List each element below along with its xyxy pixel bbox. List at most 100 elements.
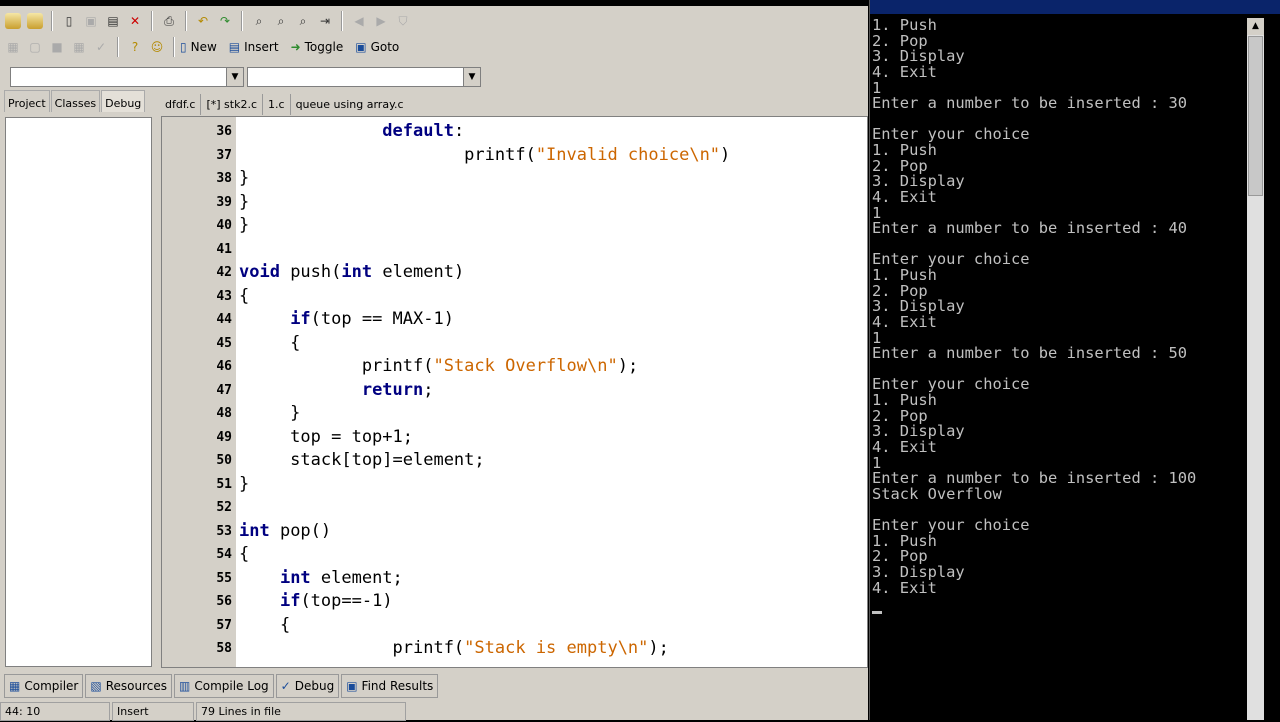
bookmark-icon: ➜ (290, 40, 301, 54)
back-icon[interactable]: ◀ (349, 11, 369, 31)
rebuild-icon[interactable]: ▦ (69, 37, 89, 57)
code-line[interactable]: 52 (162, 496, 867, 519)
console-line: 4. Exit (872, 187, 937, 206)
code-line[interactable]: 58 printf("Stack is empty\n"); (162, 637, 867, 660)
code-line[interactable]: 57 { (162, 614, 867, 637)
code-text: printf("Stack is empty\n"); (239, 637, 669, 660)
code-line[interactable]: 51} (162, 473, 867, 496)
tab-dfdf[interactable]: dfdf.c (160, 94, 202, 115)
new-button[interactable]: ▯ New (180, 40, 217, 54)
about-icon[interactable]: ☺ (147, 37, 167, 57)
insert-button[interactable]: ▤ Insert (229, 40, 279, 54)
compile-run-icon[interactable]: ■ (47, 37, 67, 57)
toggle-button[interactable]: ➜ Toggle (291, 40, 344, 54)
run-icon[interactable]: ▢ (25, 37, 45, 57)
compile-icon[interactable]: ▦ (3, 37, 23, 57)
code-token: { (239, 285, 250, 306)
line-number: 48 (216, 406, 232, 421)
code-line[interactable]: 38} (162, 167, 867, 190)
code-line[interactable]: 39} (162, 191, 867, 214)
close-project-icon[interactable] (27, 13, 43, 29)
ide-window: ▯ ▣ ▤ ✕ ⎙ ↶ ↷ ⌕ ⌕ ⌕ ⇥ ◀ ▶ ⛉ ▦ ▢ ■ ▦ ✓ ? … (0, 0, 868, 722)
code-text: top = top+1; (239, 426, 413, 449)
find-icon[interactable]: ⌕ (249, 11, 269, 31)
chevron-down-icon[interactable]: ▼ (226, 68, 243, 86)
code-text: default: (239, 120, 464, 143)
find-next-icon[interactable]: ⌕ (293, 11, 313, 31)
forward-icon[interactable]: ▶ (371, 11, 391, 31)
line-number: 44 (216, 312, 232, 327)
help-icon[interactable]: ? (125, 37, 145, 57)
tab-compile-log[interactable]: ▥ Compile Log (174, 674, 274, 698)
check-icon[interactable]: ✓ (91, 37, 111, 57)
goto-button-label: Goto (370, 40, 400, 54)
tab-resources[interactable]: ▧ Resources (85, 674, 172, 698)
scroll-up-icon[interactable]: ▲ (1247, 18, 1264, 35)
tab-debug[interactable]: Debug (101, 90, 146, 112)
goto-button[interactable]: ▣ Goto (355, 40, 399, 54)
code-editor[interactable]: 36 default: 37 printf("Invalid choice\n")… (161, 116, 868, 668)
code-token: } (239, 191, 250, 212)
code-line[interactable]: 56 if(top==-1) (162, 590, 867, 613)
code-text: void push(int element) (239, 261, 464, 284)
keyword: if (279, 591, 301, 611)
code-line[interactable]: 36 default: (162, 120, 867, 143)
member-combo[interactable]: ▼ (247, 67, 481, 87)
code-line[interactable]: 43 { (162, 285, 867, 308)
code-line[interactable]: 55 int element; (162, 567, 867, 590)
code-line[interactable]: 41 (162, 238, 867, 261)
status-bar: 44: 10 Insert 79 Lines in file (0, 702, 868, 722)
line-number: 37 (216, 147, 232, 163)
code-line[interactable]: 54 { (162, 543, 867, 566)
save-icon[interactable]: ▣ (81, 11, 101, 31)
print-icon[interactable]: ⎙ (159, 11, 179, 31)
tab-project[interactable]: Project (4, 90, 50, 112)
code-line[interactable]: 53 int pop() (162, 520, 867, 543)
code-text: int pop() (239, 520, 331, 543)
code-line[interactable]: 40} (162, 214, 867, 237)
tab-queue[interactable]: queue using array.c (291, 94, 409, 115)
replace-icon[interactable]: ⌕ (271, 11, 291, 31)
code-token: stack[top]=element; (239, 450, 485, 470)
tab-debug-bottom[interactable]: ✓ Debug (275, 674, 340, 698)
insert-icon: ▤ (228, 40, 241, 54)
open-project-icon[interactable] (5, 13, 21, 29)
line-number: 43 (216, 288, 232, 304)
line-number: 58 (216, 641, 232, 656)
close-file-icon[interactable]: ✕ (125, 11, 145, 31)
goto-line-icon[interactable]: ⇥ (315, 11, 335, 31)
tab-stk2[interactable]: [*] stk2.c (201, 94, 264, 115)
tab-find-results[interactable]: ▣ Find Results (341, 674, 439, 698)
code-line[interactable]: 37 printf("Invalid choice\n") (162, 144, 867, 167)
code-line[interactable]: 50 stack[top]=element; (162, 449, 867, 472)
status-position: 44: 10 (0, 702, 110, 721)
console-scrollbar[interactable]: ▲ (1247, 18, 1264, 720)
new-file-icon[interactable]: ▯ (59, 11, 79, 31)
toolbar-separator (173, 37, 175, 57)
redo-icon[interactable]: ↷ (215, 11, 235, 31)
console-output: 1. Push 2. Pop 3. Display 4. Exit 1 Enter a n… (872, 17, 1196, 597)
code-line[interactable]: 48 } (162, 402, 867, 425)
code-token: element; (310, 567, 403, 588)
save-all-icon[interactable]: ▤ (103, 11, 123, 31)
code-text: } (239, 402, 300, 425)
code-line[interactable]: 47 return; (162, 379, 867, 402)
chevron-down-icon[interactable]: ▼ (463, 68, 480, 86)
code-line[interactable]: 42 void push(int element) (162, 261, 867, 284)
line-number: 38 (216, 171, 232, 186)
shield-icon[interactable]: ⛉ (393, 11, 413, 31)
code-line[interactable]: 46 printf("Stack Overflow\n"); (162, 355, 867, 378)
code-line[interactable]: 49 top = top+1; (162, 426, 867, 449)
scrollbar-thumb[interactable] (1248, 36, 1263, 196)
tab-classes[interactable]: Classes (50, 90, 101, 112)
tab-compiler[interactable]: ▦ Compiler (4, 674, 84, 698)
class-combo[interactable]: ▼ (10, 67, 244, 87)
code-token: push( (279, 262, 342, 282)
insert-button-label: Insert (244, 40, 279, 54)
tab-1c[interactable]: 1.c (263, 94, 291, 115)
undo-icon[interactable]: ↶ (193, 11, 213, 31)
code-line[interactable]: 45 { (162, 332, 867, 355)
code-token: ); (648, 638, 669, 658)
code-line[interactable]: 44 if(top == MAX-1) (162, 308, 867, 331)
console-line: 4. Exit (872, 578, 937, 597)
